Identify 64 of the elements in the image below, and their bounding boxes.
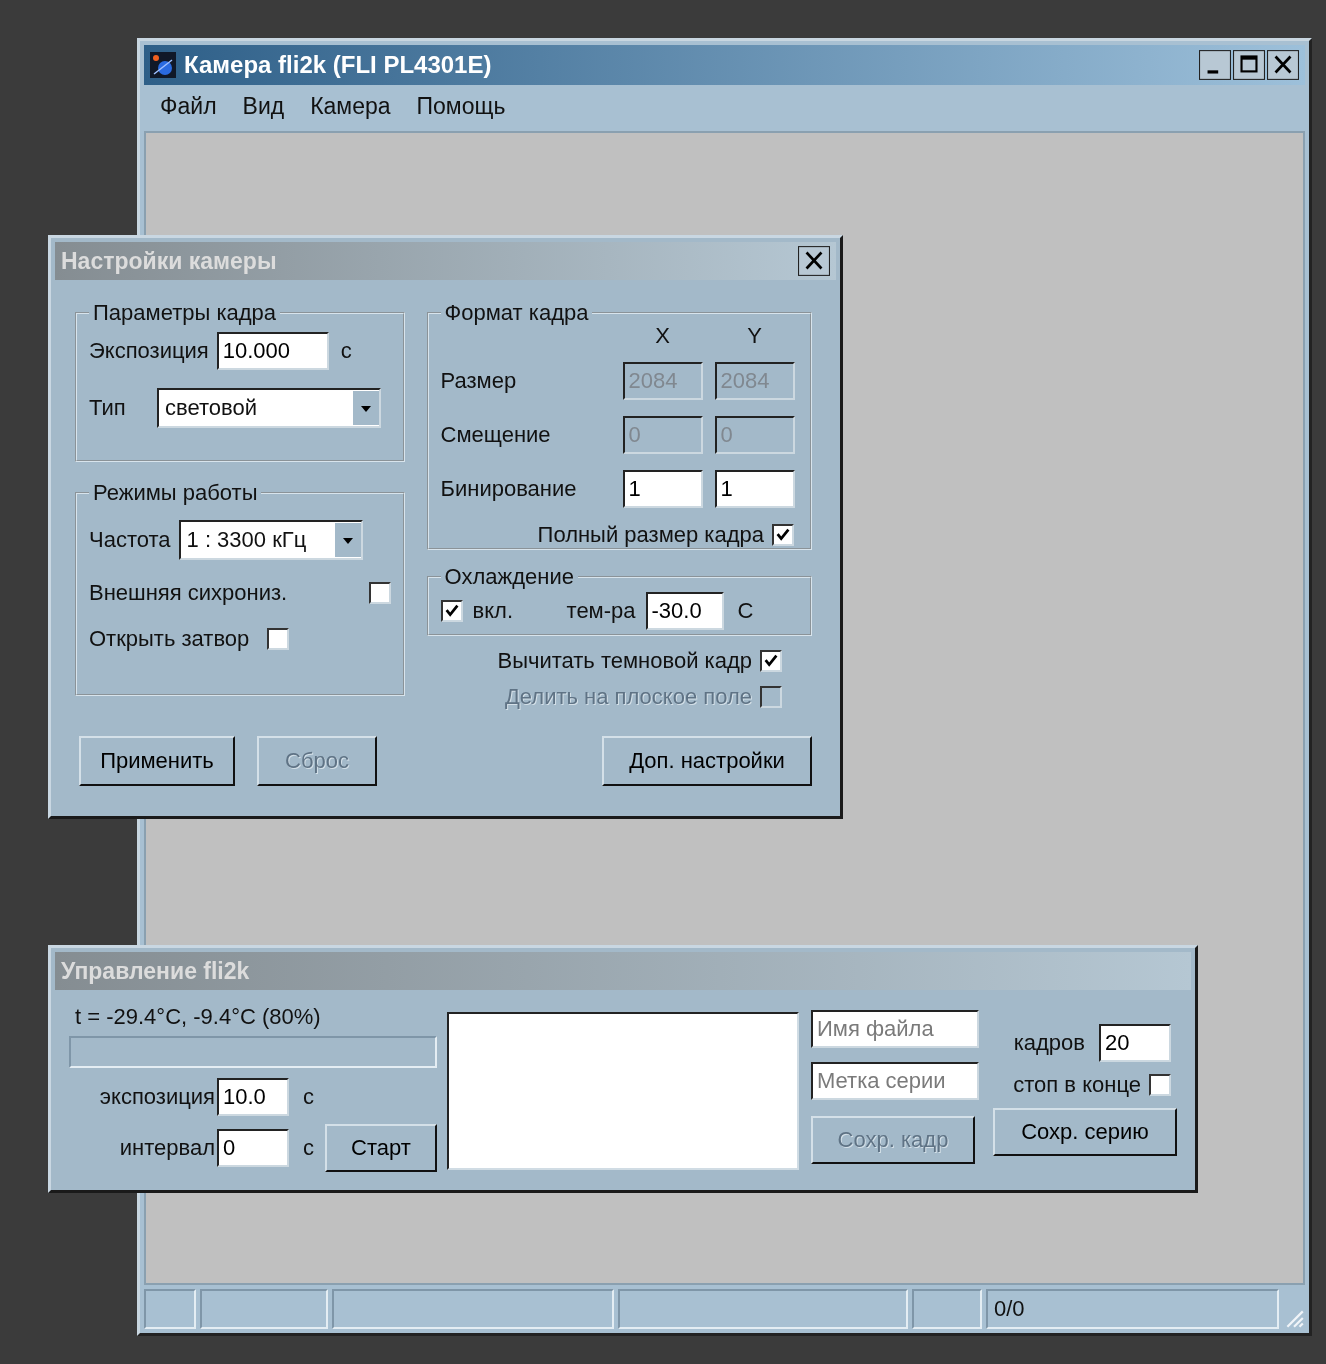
- checkbox-label: Внешняя сихрониз.: [89, 580, 288, 606]
- field-label: Частота: [89, 527, 171, 553]
- temperature-status: t = -29.4°C, -9.4°C (80%): [74, 1003, 322, 1031]
- checkbox[interactable]: [440, 600, 463, 622]
- dialog-button[interactable]: Применить: [79, 736, 235, 786]
- field-label: Размер: [440, 368, 518, 394]
- x-field[interactable]: 1: [622, 470, 703, 508]
- field-label: Бинирование: [440, 476, 578, 502]
- exposure-field[interactable]: 10.0: [217, 1078, 289, 1116]
- field-label: интервал: [118, 1135, 215, 1161]
- checkbox-label: вкл.: [472, 598, 515, 624]
- advanced-settings-button[interactable]: Доп. настройки: [602, 736, 812, 786]
- group-label: Режимы работы: [92, 480, 259, 506]
- status-pane: [144, 1289, 196, 1329]
- close-icon[interactable]: [798, 246, 830, 276]
- field-label: Смещение: [440, 422, 552, 448]
- frequency-dropdown[interactable]: 1 : 3300 кГц: [178, 520, 363, 560]
- checkbox[interactable]: [1149, 1074, 1171, 1096]
- interval-field[interactable]: 0: [217, 1129, 289, 1167]
- field-label: тем-ра: [566, 598, 636, 624]
- menu-item[interactable]: Вид: [242, 92, 285, 120]
- unit-label: с: [303, 1084, 315, 1110]
- column-header: X: [654, 326, 671, 346]
- start-button[interactable]: Старт: [325, 1124, 437, 1172]
- field-label: кадров: [1013, 1030, 1085, 1056]
- checkbox[interactable]: [368, 582, 391, 604]
- checkbox[interactable]: [760, 650, 782, 672]
- menu-item[interactable]: Файл: [160, 92, 217, 120]
- group-label: Формат кадра: [443, 300, 590, 326]
- filename-field[interactable]: Имя файла: [811, 1010, 979, 1048]
- checkbox-label: Открыть затвор: [89, 626, 250, 652]
- checkbox-label: Вычитать темновой кадр: [497, 648, 752, 674]
- frame-counter: 0/0: [994, 1296, 1025, 1322]
- save-series-button[interactable]: Сохр. серию: [993, 1108, 1177, 1156]
- app-icon: [150, 52, 176, 78]
- minimize-icon[interactable]: [1199, 50, 1231, 80]
- checkbox-label: Делить на плоское поле: [504, 684, 752, 710]
- close-icon[interactable]: [1267, 50, 1299, 80]
- field-label: Тип: [89, 395, 127, 421]
- unit-label: с: [303, 1135, 315, 1161]
- group-label: Параметры кадра: [92, 300, 278, 326]
- menu-item[interactable]: Помощь: [416, 92, 506, 120]
- series-label-field[interactable]: Метка серии: [811, 1062, 979, 1100]
- type-dropdown[interactable]: световой: [157, 388, 381, 428]
- maximize-icon[interactable]: [1233, 50, 1265, 80]
- dialog-title: Управление fli2k: [61, 957, 250, 985]
- unit-label: с: [340, 338, 352, 364]
- y-field[interactable]: 1: [714, 470, 795, 508]
- checkbox-label: Полный размер кадра: [537, 522, 764, 548]
- checkbox-label: стоп в конце: [1013, 1072, 1141, 1098]
- dialog-title: Настройки камеры: [61, 247, 277, 275]
- field-label: экспозиция: [98, 1084, 215, 1110]
- column-header: Y: [746, 326, 763, 346]
- field-label: Экспозиция: [89, 338, 209, 364]
- status-pane: [912, 1289, 982, 1329]
- window-title: Камера fli2k (FLI PL4301E): [184, 51, 492, 79]
- menu-item[interactable]: Камера: [310, 92, 391, 120]
- checkbox[interactable]: [267, 628, 290, 650]
- temperature-field[interactable]: -30.0: [645, 592, 724, 630]
- checkbox[interactable]: [772, 524, 794, 546]
- unit-label: C: [737, 598, 754, 624]
- frames-field[interactable]: 20: [1099, 1024, 1171, 1062]
- exposure-field[interactable]: 10.000: [216, 332, 329, 370]
- group-label: Охлаждение: [443, 564, 575, 590]
